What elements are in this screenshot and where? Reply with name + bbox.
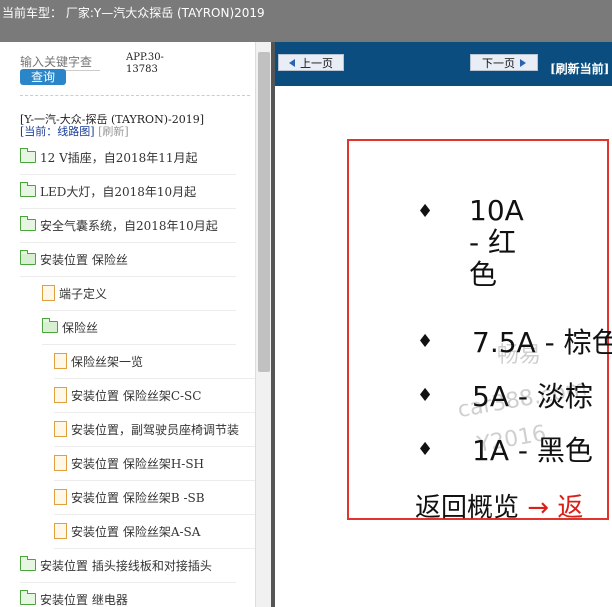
tree-item-terminal-definition[interactable]: 端子定义 [42, 276, 236, 311]
app-code: APP.30- 13783 [126, 52, 164, 76]
tree-item-label: 端子定义 [59, 286, 108, 301]
bullet-diamond-icon: ♦ [417, 385, 434, 406]
folder-open-icon [42, 318, 58, 333]
tree-item-fuse-sh[interactable]: 安装位置 保险丝架H-SH [54, 446, 255, 481]
bullet-diamond-icon: ♦ [417, 201, 434, 222]
bullet-diamond-icon: ♦ [417, 331, 434, 352]
viewer-toolbar: 上一页 下一页 [刷新当前] [275, 42, 612, 86]
tree-item-label: 安装位置 保险丝架B -SB [71, 490, 205, 505]
slide-content: 畅易 car388.com Y2016 ♦ 10A - 红 色 ♦ 7.5A -… [347, 139, 612, 523]
bullet-diamond-icon: ♦ [417, 439, 434, 460]
bullet-5a: 5A - 淡棕 [472, 380, 593, 413]
vehicle-title-bar: 当前车型： 厂家:Y—汽大众探岳 (TAYRON)2019 [0, 0, 612, 42]
arrow-left-icon [289, 58, 295, 67]
back-arrow: → 返 [527, 493, 584, 522]
refresh-link[interactable]: [刷新] [98, 125, 129, 138]
tree-item-label: 安装位置 插头接线板和对接插头 [40, 558, 212, 573]
tree-item-fuse-sb[interactable]: 安装位置 保险丝架B -SB [54, 480, 255, 515]
tree-item-connectors[interactable]: 安装位置 插头接线板和对接插头 [20, 548, 236, 583]
folder-icon [20, 148, 36, 163]
tree-item-12v-socket[interactable]: 12 V插座，自2018年11月起 [20, 140, 236, 175]
tree-item-label: 保险丝架一览 [71, 354, 144, 369]
bullet-7-5a: 7.5A - 棕色 [472, 326, 612, 359]
document-icon [54, 421, 67, 437]
tree-item-fuse-sa[interactable]: 安装位置 保险丝架A-SA [54, 514, 255, 549]
arrow-right-icon [520, 58, 526, 67]
bullet-text: 色 [469, 258, 498, 291]
back-text: 返回概览 [415, 493, 520, 522]
bullet-10a: 10A - 红 色 [469, 195, 524, 291]
current-view-link[interactable]: [当前：线路图] [20, 125, 95, 138]
tree-item-label: 安装位置 继电器 [40, 592, 128, 607]
current-vehicle-label: 当前车型： 厂家:Y—汽大众探岳 (TAYRON)2019 [2, 6, 265, 20]
app-code-line2: 13783 [126, 64, 158, 75]
tree-item-relays[interactable]: 安装位置 继电器 [20, 582, 236, 607]
bullet-text: 10A [469, 194, 524, 227]
tree-item-fuse-location[interactable]: 安装位置 保险丝 [20, 242, 236, 277]
tree-item-fuse-overview[interactable]: 保险丝架一览 [54, 344, 255, 379]
app-code-line1: APP.30- [126, 52, 164, 63]
prev-page-button[interactable]: 上一页 [278, 54, 344, 71]
sidebar-scrollbar[interactable] [255, 42, 272, 607]
folder-icon [20, 590, 36, 605]
tree-item-label: 安装位置，副驾驶员座椅调节装 [71, 422, 240, 437]
tree-item-label: 安装位置 保险丝架H-SH [71, 456, 205, 471]
tree-item-label: 安装位置 保险丝 [40, 252, 128, 267]
current-view: [当前：线路图] [刷新] [20, 126, 129, 138]
tree-item-label: LED大灯，自2018年10月起 [40, 184, 197, 199]
bullet-1a: 1A - 黑色 [472, 434, 593, 467]
tree-item-label: 安装位置 保险丝架A-SA [71, 524, 201, 539]
next-page-button[interactable]: 下一页 [470, 54, 538, 71]
sidebar: 查询 APP.30- 13783 [Y-一汽-大众-探岳 (TAYRON)-20… [0, 42, 270, 607]
tree-item-airbag[interactable]: 安全气囊系统，自2018年10月起 [20, 208, 236, 243]
prev-page-label: 上一页 [300, 56, 333, 70]
tree-item-label: 安装位置 保险丝架C-SC [71, 388, 202, 403]
document-icon [54, 387, 67, 403]
folder-icon [20, 216, 36, 231]
document-icon [42, 285, 55, 301]
folder-icon [20, 182, 36, 197]
document-icon [54, 523, 67, 539]
search-button[interactable]: 查询 [20, 69, 66, 85]
tree-item-fuse-sc[interactable]: 安装位置 保险丝架C-SC [54, 378, 255, 413]
tree-item-label: 12 V插座，自2018年11月起 [40, 150, 198, 165]
tree-item-label: 安全气囊系统，自2018年10月起 [40, 218, 218, 233]
folder-icon [20, 556, 36, 571]
document-icon [54, 353, 67, 369]
document-icon [54, 455, 67, 471]
tree-item-passenger-seat[interactable]: 安装位置，副驾驶员座椅调节装 [54, 412, 255, 447]
refresh-current-link[interactable]: [刷新当前] [550, 60, 609, 77]
tree-item-fuse[interactable]: 保险丝 [42, 310, 236, 345]
next-page-label: 下一页 [482, 56, 515, 70]
folder-open-icon [20, 250, 36, 265]
tree-item-label: 保险丝 [62, 320, 99, 335]
bullet-text: - 红 [469, 226, 517, 259]
document-icon [54, 489, 67, 505]
back-to-overview-link[interactable]: 返回概览 → 返 [415, 487, 583, 522]
tree-item-led-headlight[interactable]: LED大灯，自2018年10月起 [20, 174, 236, 209]
divider [20, 95, 250, 96]
scrollbar-thumb[interactable] [258, 52, 270, 372]
